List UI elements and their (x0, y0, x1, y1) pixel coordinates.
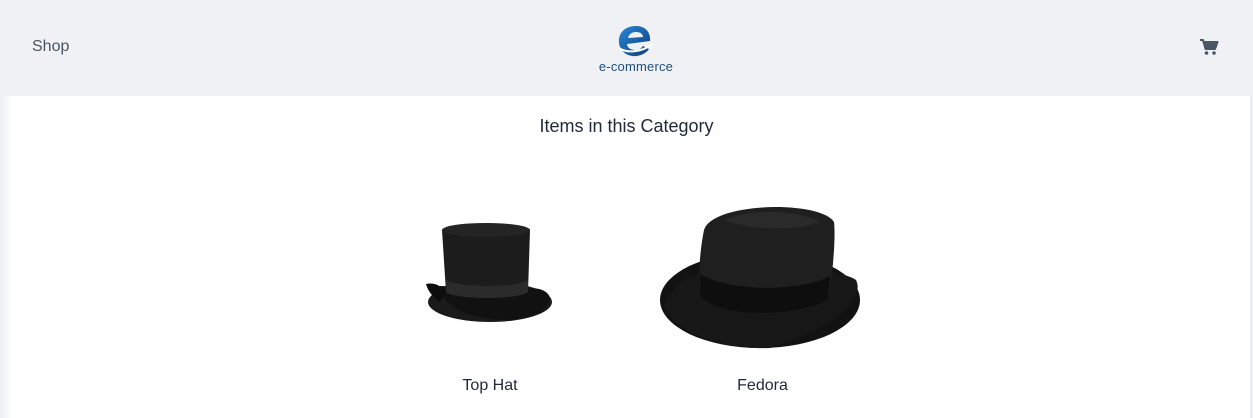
nav-shop-link[interactable]: Shop (32, 38, 69, 56)
product-card-top-hat[interactable]: Top Hat (420, 220, 560, 400)
top-hat-image (426, 223, 552, 322)
e-logo-icon (618, 26, 654, 57)
fedora-image (660, 207, 860, 349)
product-card-fedora[interactable]: Fedora (660, 200, 865, 400)
category-title: Items in this Category (539, 116, 714, 136)
product-name: Fedora (737, 377, 788, 394)
product-name: Top Hat (462, 377, 518, 394)
cart-button[interactable] (1199, 38, 1221, 58)
site-header: Shop e-commerce (0, 0, 1253, 96)
logo-text: e-commerce (598, 59, 674, 74)
cart-icon (1200, 39, 1219, 55)
brand-logo[interactable]: e-commerce (592, 20, 680, 76)
page: Shop e-commerce Items in this Category T… (0, 0, 1253, 418)
